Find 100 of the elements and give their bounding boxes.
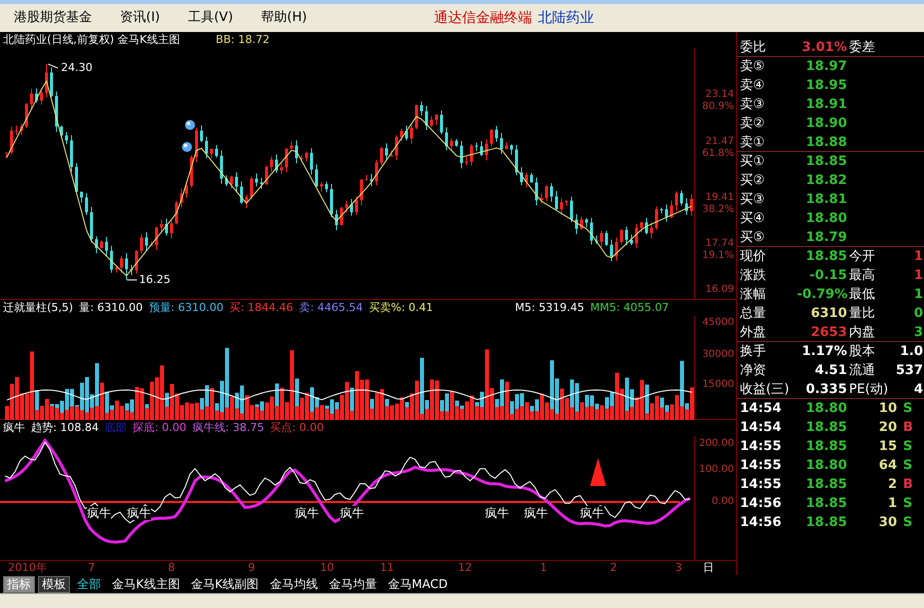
readout: 趋势: 108.84 — [31, 420, 99, 436]
price-label: 16.25 — [139, 274, 170, 286]
indicator-tab[interactable]: 全部 — [73, 576, 105, 592]
readout: 疯牛线: 38.75 — [192, 420, 264, 436]
axis-label: 200.00 — [699, 438, 734, 450]
date-label: 11 — [380, 561, 394, 575]
trade-time: 14:55 — [739, 457, 782, 475]
quote-label: 最低 — [848, 286, 876, 304]
quote-value: 6310 — [810, 305, 847, 323]
readout: 探底: 0.00 — [132, 420, 186, 436]
trade-volume: 30 — [878, 514, 897, 532]
date-label: 9 — [248, 561, 255, 575]
quote-value: 18.88 — [804, 134, 847, 151]
trade-side: B — [903, 476, 913, 494]
quote-value: 4.51 — [814, 362, 847, 380]
axis-label: 15000 — [702, 379, 734, 391]
quote-label: 卖② — [739, 115, 766, 133]
quote-label: 收益(三) — [739, 381, 790, 398]
leader-line — [126, 279, 138, 280]
axis-label: 45000 — [702, 317, 734, 329]
quote-value: 18.80 — [804, 210, 847, 228]
menu-item[interactable]: 资讯(I) — [106, 8, 174, 28]
quote-value: 2653 — [810, 324, 847, 341]
signal-label: 疯牛 — [340, 506, 364, 520]
quote-value: 18.85 — [804, 153, 847, 171]
quote-value: 537 — [895, 362, 923, 380]
trade-price: 18.85 — [804, 438, 847, 456]
quote-label: 买② — [739, 172, 766, 190]
quote-label: 流通 — [848, 362, 876, 380]
quote-value: 18.91 — [804, 96, 847, 114]
axis-label: 17.74 — [705, 238, 734, 250]
readout: 买卖%: 0.41 — [368, 300, 434, 316]
indicator-tab[interactable]: 金马均量 — [324, 576, 381, 592]
readout: 卖: 4465.54 — [299, 300, 363, 316]
quote-label: 股本 — [848, 343, 876, 361]
indicator-tab[interactable]: 金马MACD — [384, 576, 452, 592]
date-label: 8 — [168, 561, 175, 575]
quote-label: 卖③ — [739, 96, 766, 114]
axis-label: 19.41 — [705, 192, 734, 204]
quote-value: 1.0 — [898, 343, 923, 361]
readout: BB: 18.72 — [216, 32, 270, 48]
trade-time: 14:54 — [739, 419, 782, 437]
quote-label: 换手 — [739, 343, 767, 361]
quote-label: 净资 — [739, 362, 767, 380]
trade-side: S — [903, 495, 912, 513]
quote-value: 18.90 — [804, 115, 847, 133]
quote-label: 买④ — [739, 210, 766, 228]
quote-value: 1 — [912, 248, 923, 266]
trade-price: 18.85 — [804, 476, 847, 494]
quote-label: PE(动) — [848, 381, 890, 398]
trade-price: 18.85 — [804, 419, 847, 437]
date-label: 10 — [320, 561, 334, 575]
trade-volume: 10 — [878, 400, 897, 418]
trade-volume: 20 — [878, 419, 897, 437]
trade-price: 18.80 — [804, 457, 847, 475]
quote-label: 量比 — [848, 305, 876, 323]
trade-volume: 2 — [886, 476, 897, 494]
quote-label: 现价 — [739, 248, 767, 266]
signal-label: 疯牛 — [485, 506, 509, 520]
axis-label: 38.2% — [702, 204, 734, 216]
quote-value: 4 — [912, 381, 923, 398]
quote-value: 18.81 — [804, 191, 847, 209]
tab-button[interactable]: 模板 — [38, 576, 70, 592]
axis-label: 0.00 — [712, 496, 734, 508]
quote-value: -0.79% — [797, 286, 847, 304]
trade-time: 14:56 — [739, 514, 782, 532]
quote-label: 委比 — [739, 39, 767, 56]
trade-price: 18.85 — [804, 514, 847, 532]
readout: 买点: 0.00 — [270, 420, 324, 436]
axis-label: 19.1% — [702, 250, 734, 262]
menu-item[interactable]: 帮助(H) — [247, 8, 321, 28]
trade-price: 18.85 — [804, 495, 847, 513]
quote-value: 0 — [912, 305, 923, 323]
quote-value: 18.97 — [804, 58, 847, 76]
trade-time: 14:56 — [739, 495, 782, 513]
indicator-tab[interactable]: 金马K线主图 — [108, 576, 184, 592]
quote-label: 涨幅 — [739, 286, 767, 304]
date-label: 2010年 — [8, 561, 47, 575]
menu-item[interactable]: 工具(V) — [174, 8, 248, 28]
indicator-tab[interactable]: 金马均线 — [266, 576, 322, 592]
quote-label: 涨跌 — [739, 267, 767, 285]
readout: 底部 — [104, 420, 127, 436]
indicator-tab[interactable]: 金马K线副图 — [186, 576, 263, 592]
signal-label: 疯牛 — [295, 506, 319, 520]
quote-label: 卖④ — [739, 77, 766, 95]
ball-icon — [185, 120, 195, 130]
menu-item[interactable]: 港股期货基金 — [0, 8, 106, 28]
indicator-name: 疯牛 — [3, 420, 25, 436]
trade-side: S — [903, 457, 912, 475]
trade-side: S — [903, 400, 912, 418]
readout: 预量: 6310.00 — [148, 300, 224, 316]
trade-time: 14:54 — [739, 400, 782, 418]
quote-label: 买⑤ — [739, 229, 766, 246]
quote-label: 外盘 — [739, 324, 767, 341]
date-label: 7 — [88, 561, 95, 575]
quote-label: 内盘 — [848, 324, 876, 341]
signal-label: 疯牛 — [127, 506, 151, 520]
date-label: 3 — [675, 561, 682, 575]
quote-value: 3 — [912, 324, 923, 341]
chart-title: 北陆药业(日线,前复权) 金马K线主图 — [3, 32, 180, 48]
